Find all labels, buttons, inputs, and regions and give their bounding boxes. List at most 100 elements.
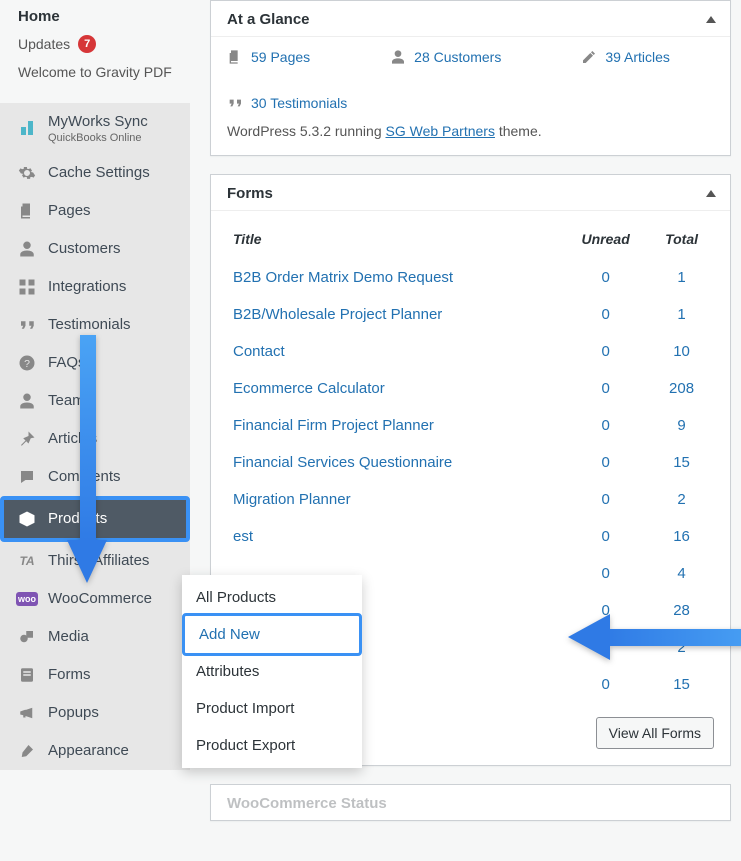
view-all-forms-button[interactable]: View All Forms <box>596 717 714 749</box>
updates-label: Updates <box>18 36 70 52</box>
glance-pages[interactable]: 59 Pages <box>227 49 310 65</box>
unread-link[interactable]: 0 <box>601 676 609 693</box>
unread-link[interactable]: 0 <box>601 639 609 656</box>
total-link[interactable]: 2 <box>677 639 685 656</box>
form-title-link[interactable]: Financial Firm Project Planner <box>233 417 434 434</box>
total-link[interactable]: 2 <box>677 491 685 508</box>
unread-link[interactable]: 0 <box>601 269 609 286</box>
cell-unread: 0 <box>562 333 649 370</box>
glance-text: 28 Customers <box>414 49 501 65</box>
cell-title: Migration Planner <box>227 481 562 518</box>
submenu-all-products[interactable]: All Products <box>182 579 362 616</box>
nav-popups[interactable]: Popups <box>0 694 190 732</box>
integrations-icon <box>18 278 36 296</box>
nav-label: Popups <box>48 704 180 721</box>
ta-icon: TA <box>18 552 36 570</box>
cell-unread: 0 <box>562 666 649 703</box>
unread-link[interactable]: 0 <box>601 454 609 471</box>
comment-icon <box>18 468 36 486</box>
nav-home[interactable]: Home <box>18 8 178 25</box>
col-title: Title <box>227 223 562 259</box>
form-title-link[interactable]: Contact <box>233 343 285 360</box>
total-link[interactable]: 9 <box>677 417 685 434</box>
total-link[interactable]: 10 <box>673 343 690 360</box>
admin-sidebar: Home Updates 7 Welcome to Gravity PDF My… <box>0 0 190 841</box>
nav-woocommerce[interactable]: woo WooCommerce <box>0 580 190 618</box>
submenu-product-import[interactable]: Product Import <box>182 690 362 727</box>
glance-customers[interactable]: 28 Customers <box>390 49 501 65</box>
form-title-link[interactable]: est <box>233 528 253 545</box>
nav-cache-settings[interactable]: Cache Settings <box>0 154 190 192</box>
glance-text: 59 Pages <box>251 49 310 65</box>
submenu-add-new[interactable]: Add New <box>182 613 362 656</box>
unread-link[interactable]: 0 <box>601 528 609 545</box>
theme-link[interactable]: SG Web Partners <box>386 123 495 139</box>
unread-link[interactable]: 0 <box>601 380 609 397</box>
form-title-link[interactable]: B2B Order Matrix Demo Request <box>233 269 453 286</box>
form-title-link[interactable]: Financial Services Questionnaire <box>233 454 452 471</box>
unread-link[interactable]: 0 <box>601 565 609 582</box>
cell-unread: 0 <box>562 592 649 629</box>
unread-link[interactable]: 0 <box>601 417 609 434</box>
collapse-toggle-icon[interactable] <box>706 16 716 23</box>
submenu-product-export[interactable]: Product Export <box>182 727 362 764</box>
nav-media[interactable]: Media <box>0 618 190 656</box>
nav-forms[interactable]: Forms <box>0 656 190 694</box>
nav-appearance[interactable]: Appearance <box>0 732 190 770</box>
cell-total: 2 <box>649 629 714 666</box>
woo-icon: woo <box>18 590 36 608</box>
glance-articles[interactable]: 39 Articles <box>581 49 670 65</box>
nav-faqs[interactable]: ? FAQs <box>0 344 190 382</box>
nav-label: Forms <box>48 666 180 683</box>
nav-label: Integrations <box>48 278 180 295</box>
cell-title: Ecommerce Calculator <box>227 370 562 407</box>
cell-unread: 0 <box>562 407 649 444</box>
form-title-link[interactable]: B2B/Wholesale Project Planner <box>233 306 442 323</box>
form-title-link[interactable]: Migration Planner <box>233 491 351 508</box>
nav-products[interactable]: Products <box>0 496 190 542</box>
brush-icon <box>18 742 36 760</box>
cell-unread: 0 <box>562 259 649 296</box>
col-total: Total <box>649 223 714 259</box>
total-link[interactable]: 208 <box>669 380 694 397</box>
nav-welcome-gravity-pdf[interactable]: Welcome to Gravity PDF <box>18 63 178 83</box>
nav-comments[interactable]: Comments <box>0 458 190 496</box>
unread-link[interactable]: 0 <box>601 602 609 619</box>
pages-icon <box>18 202 36 220</box>
total-link[interactable]: 16 <box>673 528 690 545</box>
nav-customers[interactable]: Customers <box>0 230 190 268</box>
submenu-attributes[interactable]: Attributes <box>182 653 362 690</box>
team-icon <box>18 392 36 410</box>
nav-label: Articles <box>48 430 180 447</box>
form-title-link[interactable]: Ecommerce Calculator <box>233 380 385 397</box>
table-row: B2B Order Matrix Demo Request 0 1 <box>227 259 714 296</box>
cell-total: 15 <box>649 444 714 481</box>
total-link[interactable]: 28 <box>673 602 690 619</box>
quote-icon <box>18 316 36 334</box>
total-link[interactable]: 1 <box>677 306 685 323</box>
collapse-toggle-icon[interactable] <box>706 190 716 197</box>
glance-text: 39 Articles <box>605 49 670 65</box>
table-row: B2B/Wholesale Project Planner 0 1 <box>227 296 714 333</box>
unread-link[interactable]: 0 <box>601 343 609 360</box>
at-a-glance-panel: At a Glance 59 Pages 28 Customers 39 A <box>210 0 731 156</box>
nav-label: Media <box>48 628 180 645</box>
nav-articles[interactable]: Articles <box>0 420 190 458</box>
nav-updates[interactable]: Updates 7 <box>18 35 178 53</box>
nav-pages[interactable]: Pages <box>0 192 190 230</box>
glance-testimonials[interactable]: 30 Testimonials <box>227 95 347 111</box>
nav-thirstyaffiliates[interactable]: TA ThirstyAffiliates <box>0 542 190 580</box>
nav-team[interactable]: Team <box>0 382 190 420</box>
cell-total: 208 <box>649 370 714 407</box>
total-link[interactable]: 15 <box>673 454 690 471</box>
total-link[interactable]: 1 <box>677 269 685 286</box>
cell-total: 4 <box>649 555 714 592</box>
unread-link[interactable]: 0 <box>601 306 609 323</box>
nav-integrations[interactable]: Integrations <box>0 268 190 306</box>
nav-testimonials[interactable]: Testimonials <box>0 306 190 344</box>
nav-myworks-sync[interactable]: MyWorks Sync QuickBooks Online <box>0 103 190 154</box>
total-link[interactable]: 15 <box>673 676 690 693</box>
total-link[interactable]: 4 <box>677 565 685 582</box>
unread-link[interactable]: 0 <box>601 491 609 508</box>
glance-text: 30 Testimonials <box>251 95 347 111</box>
